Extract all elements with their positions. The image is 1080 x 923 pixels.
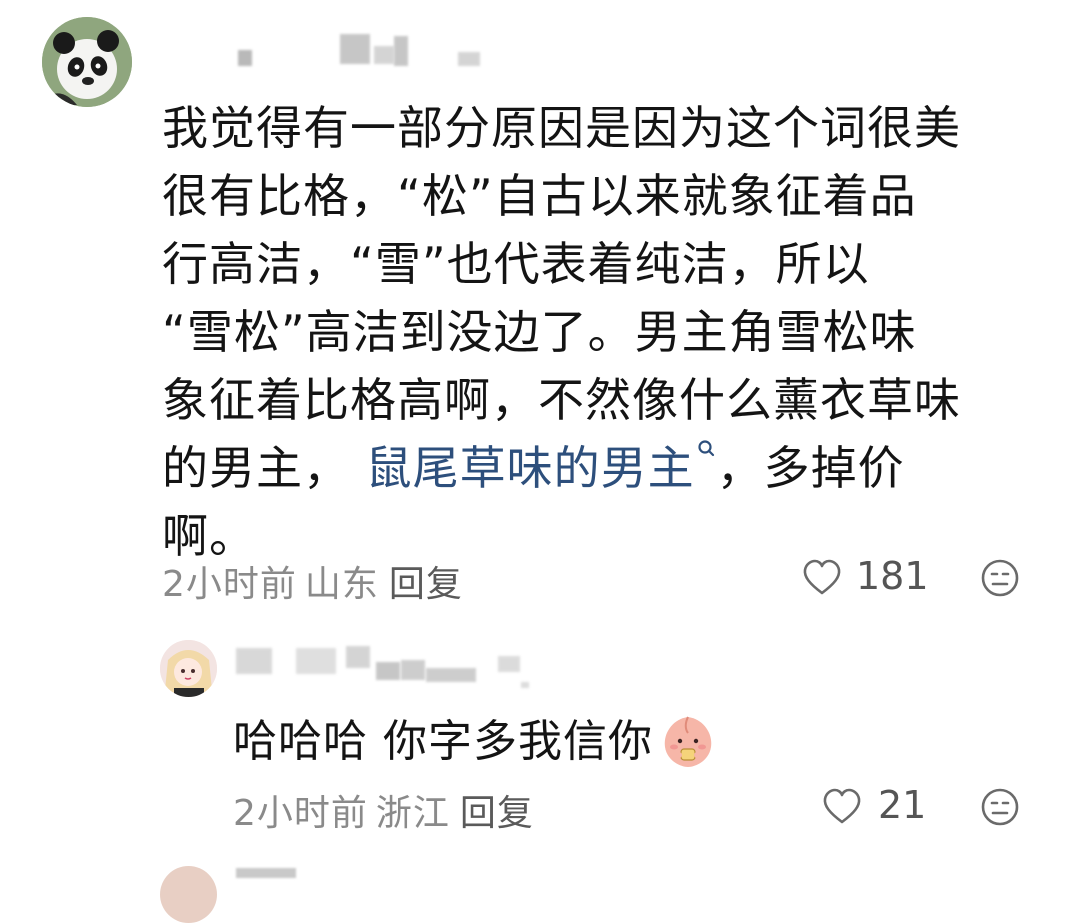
reply-reply-button[interactable]: 回复 [460, 793, 534, 834]
heart-icon [823, 788, 861, 824]
comment-line: “雪松”高洁到没边了。男主角雪松味 [162, 305, 917, 359]
comment-line-6: 的男主， 鼠尾草味的男主 ，多掉价 [162, 434, 1042, 502]
reply-like-count: 21 [878, 783, 927, 827]
anime-girl-avatar-icon [160, 640, 217, 697]
reply-button[interactable]: 回复 [389, 564, 463, 605]
panda-avatar-icon [42, 17, 132, 107]
comment-time: 2小时前 [162, 564, 297, 605]
like-count: 181 [856, 554, 929, 598]
comment-line: 象征着比格高啊，不然像什么薰衣草味 [162, 373, 961, 427]
reply-author-name-blurred[interactable] [236, 646, 536, 688]
peach-emoji-icon [664, 716, 712, 767]
author-name-blurred[interactable] [236, 32, 486, 72]
search-link[interactable]: 鼠尾草味的男主 [365, 440, 717, 495]
next-comment-avatar[interactable] [160, 866, 217, 923]
comment-line: 很有比格，“松”自古以来就象征着品 [162, 169, 917, 223]
dislike-button[interactable] [980, 558, 1020, 598]
comment-text-segment: ，多掉价 [716, 441, 905, 495]
meh-face-icon [981, 559, 1019, 597]
reply-meta: 2小时前 浙江 回复 [233, 784, 534, 836]
search-icon [698, 440, 714, 457]
like-button[interactable] [802, 558, 842, 598]
comment-line: 我觉得有一部分原因是因为这个词很美 [162, 101, 961, 155]
next-comment-author-blurred [236, 868, 296, 878]
heart-icon [803, 559, 841, 595]
comment-line: 行高洁，“雪”也代表着纯洁，所以 [162, 237, 870, 291]
reply-text-content: 哈哈哈 你字多我信你 [233, 716, 653, 767]
panda-avatar[interactable] [42, 17, 132, 107]
search-link-label: 鼠尾草味的男主 [365, 441, 695, 495]
anime-girl-avatar[interactable] [160, 640, 217, 697]
reply-like-button[interactable] [822, 787, 862, 827]
comment-text: 我觉得有一部分原因是因为这个词很美 很有比格，“松”自古以来就象征着品 行高洁，… [162, 94, 1042, 570]
reply-time: 2小时前 [233, 793, 368, 834]
reply-text: 哈哈哈 你字多我信你 [233, 710, 717, 774]
comment-meta: 2小时前 山东 回复 [162, 555, 463, 607]
meh-face-icon [981, 788, 1019, 826]
reply-location: 浙江 [375, 793, 450, 834]
reply-dislike-button[interactable] [980, 787, 1020, 827]
comment-location: 山东 [304, 564, 379, 605]
comment-text-segment: 的男主， [162, 441, 350, 495]
